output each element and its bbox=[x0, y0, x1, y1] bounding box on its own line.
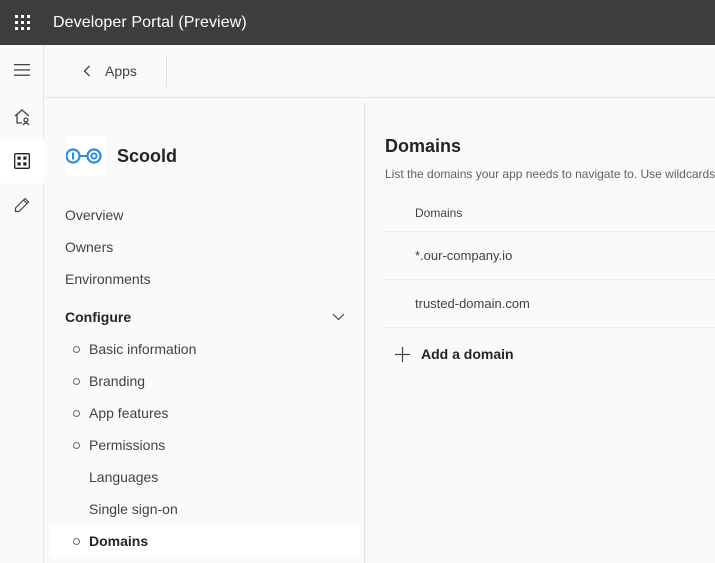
app-logo bbox=[65, 136, 105, 176]
bullet-icon bbox=[73, 345, 80, 353]
hamburger-menu-icon bbox=[14, 64, 30, 76]
nav-section-label: Configure bbox=[65, 309, 132, 325]
chevron-down-icon bbox=[332, 313, 345, 321]
nav-item-branding[interactable]: Branding bbox=[49, 365, 360, 397]
header-divider bbox=[166, 55, 167, 87]
scoold-logo-icon bbox=[66, 148, 102, 164]
nav-item-label: Basic information bbox=[89, 341, 197, 357]
tools-button[interactable] bbox=[0, 183, 44, 227]
apps-button[interactable] bbox=[0, 139, 44, 183]
table-row[interactable]: *.our-company.io bbox=[385, 232, 715, 280]
app-title: Developer Portal (Preview) bbox=[53, 13, 247, 31]
back-label: Apps bbox=[105, 63, 137, 79]
nav-item-overview[interactable]: Overview bbox=[65, 205, 123, 225]
bullet-icon bbox=[73, 409, 80, 417]
nav-item-single-sign-on[interactable]: Single sign-on bbox=[49, 493, 360, 525]
home-button[interactable] bbox=[0, 95, 44, 139]
nav-item-label: Branding bbox=[89, 373, 146, 389]
page-description: List the domains your app needs to navig… bbox=[385, 167, 715, 181]
nav-item-owners[interactable]: Owners bbox=[65, 237, 113, 257]
back-to-apps-button[interactable]: Apps bbox=[83, 57, 137, 85]
page-header: Apps bbox=[45, 45, 715, 98]
nav-item-basic-information[interactable]: Basic information bbox=[49, 333, 360, 365]
page-title: Domains bbox=[385, 136, 462, 156]
nav-item-languages[interactable]: Languages bbox=[49, 461, 360, 493]
nav-item-label: App features bbox=[89, 405, 169, 421]
nav-item-app-features[interactable]: App features bbox=[49, 397, 360, 429]
bullet-icon bbox=[73, 537, 80, 545]
app-launcher-button[interactable] bbox=[0, 0, 44, 45]
app-identity: Scoold bbox=[65, 136, 177, 176]
bullet-icon bbox=[73, 377, 80, 385]
add-domain-label: Add a domain bbox=[421, 346, 514, 362]
domains-table: Domains *.our-company.io trusted-domain.… bbox=[385, 194, 715, 328]
plus-icon bbox=[395, 346, 410, 362]
table-row[interactable]: trusted-domain.com bbox=[385, 280, 715, 328]
top-bar: Developer Portal (Preview) bbox=[0, 0, 715, 45]
chevron-left-icon bbox=[83, 65, 90, 77]
nav-item-environments[interactable]: Environments bbox=[65, 269, 151, 289]
bullet-icon bbox=[73, 441, 80, 449]
nav-item-label: Domains bbox=[89, 533, 149, 549]
nav-item-domains[interactable]: Domains bbox=[49, 525, 360, 557]
home-icon bbox=[14, 109, 30, 126]
app-launcher-icon bbox=[14, 15, 30, 30]
nav-item-permissions[interactable]: Permissions bbox=[49, 429, 360, 461]
nav-item-label: Permissions bbox=[89, 437, 166, 453]
left-rail bbox=[0, 45, 44, 563]
nav-item-label: Single sign-on bbox=[89, 501, 178, 517]
hamburger-menu-button[interactable] bbox=[0, 48, 44, 92]
nav-item-label: Languages bbox=[89, 469, 159, 485]
pencil-icon bbox=[14, 197, 30, 213]
column-header-domains: Domains bbox=[385, 194, 715, 232]
domains-panel: Domains List the domains your app needs … bbox=[365, 98, 715, 563]
add-domain-button[interactable]: Add a domain bbox=[395, 343, 514, 365]
app-nav-panel: Scoold Overview Owners Environments Conf… bbox=[45, 98, 364, 563]
nav-section-configure[interactable]: Configure bbox=[65, 306, 345, 328]
app-name: Scoold bbox=[117, 145, 178, 166]
apps-grid-icon bbox=[14, 153, 30, 169]
